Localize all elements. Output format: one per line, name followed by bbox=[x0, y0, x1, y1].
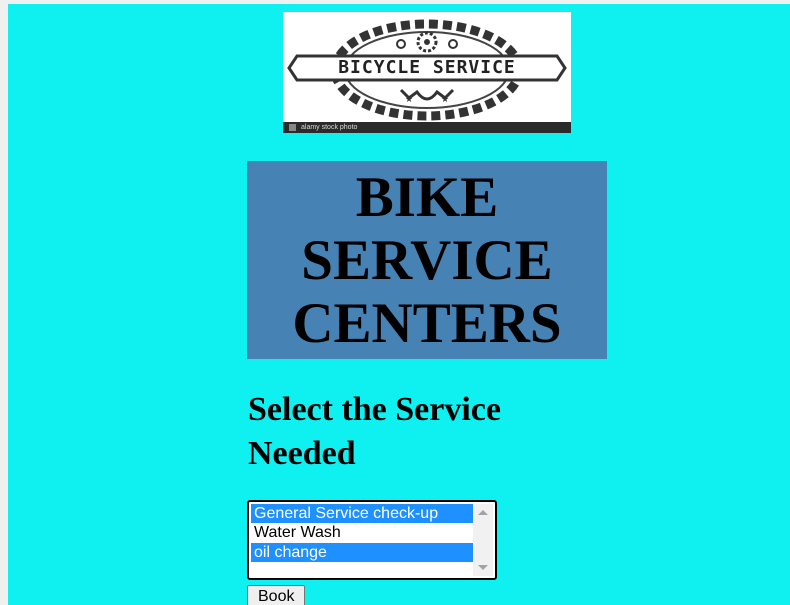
site-title: BIKE SERVICE CENTERS bbox=[292, 166, 561, 355]
service-option-general-checkup[interactable]: General Service check-up bbox=[251, 504, 474, 523]
logo-text: BICYCLE SERVICE bbox=[338, 57, 516, 78]
service-option-water-wash[interactable]: Water Wash bbox=[251, 523, 474, 542]
list-scrollbar[interactable] bbox=[473, 504, 493, 576]
logo-watermark: alamy stock photo bbox=[301, 124, 358, 131]
page: ★ ★ BICYCLE SERVICE alamy stock photo BI… bbox=[8, 4, 790, 605]
book-button[interactable]: Book bbox=[247, 585, 306, 605]
site-title-line-2: SERVICE bbox=[301, 228, 553, 292]
scroll-up-arrow-icon[interactable] bbox=[478, 510, 488, 515]
bicycle-service-logo: ★ ★ BICYCLE SERVICE alamy stock photo bbox=[283, 12, 571, 133]
section-heading-line-1: Select the Service bbox=[248, 391, 501, 428]
svg-text:★: ★ bbox=[441, 95, 449, 105]
svg-text:★: ★ bbox=[405, 95, 413, 105]
section-heading: Select the Service Needed bbox=[248, 388, 628, 476]
site-title-banner: BIKE SERVICE CENTERS bbox=[247, 161, 607, 359]
section-heading-line-2: Needed bbox=[248, 435, 356, 472]
service-multiselect[interactable]: General Service check-up Water Wash oil … bbox=[247, 500, 497, 580]
scroll-down-arrow-icon[interactable] bbox=[478, 565, 488, 570]
site-title-line-3: CENTERS bbox=[292, 291, 562, 355]
site-title-line-1: BIKE bbox=[355, 165, 499, 229]
service-option-oil-change[interactable]: oil change bbox=[251, 543, 474, 562]
